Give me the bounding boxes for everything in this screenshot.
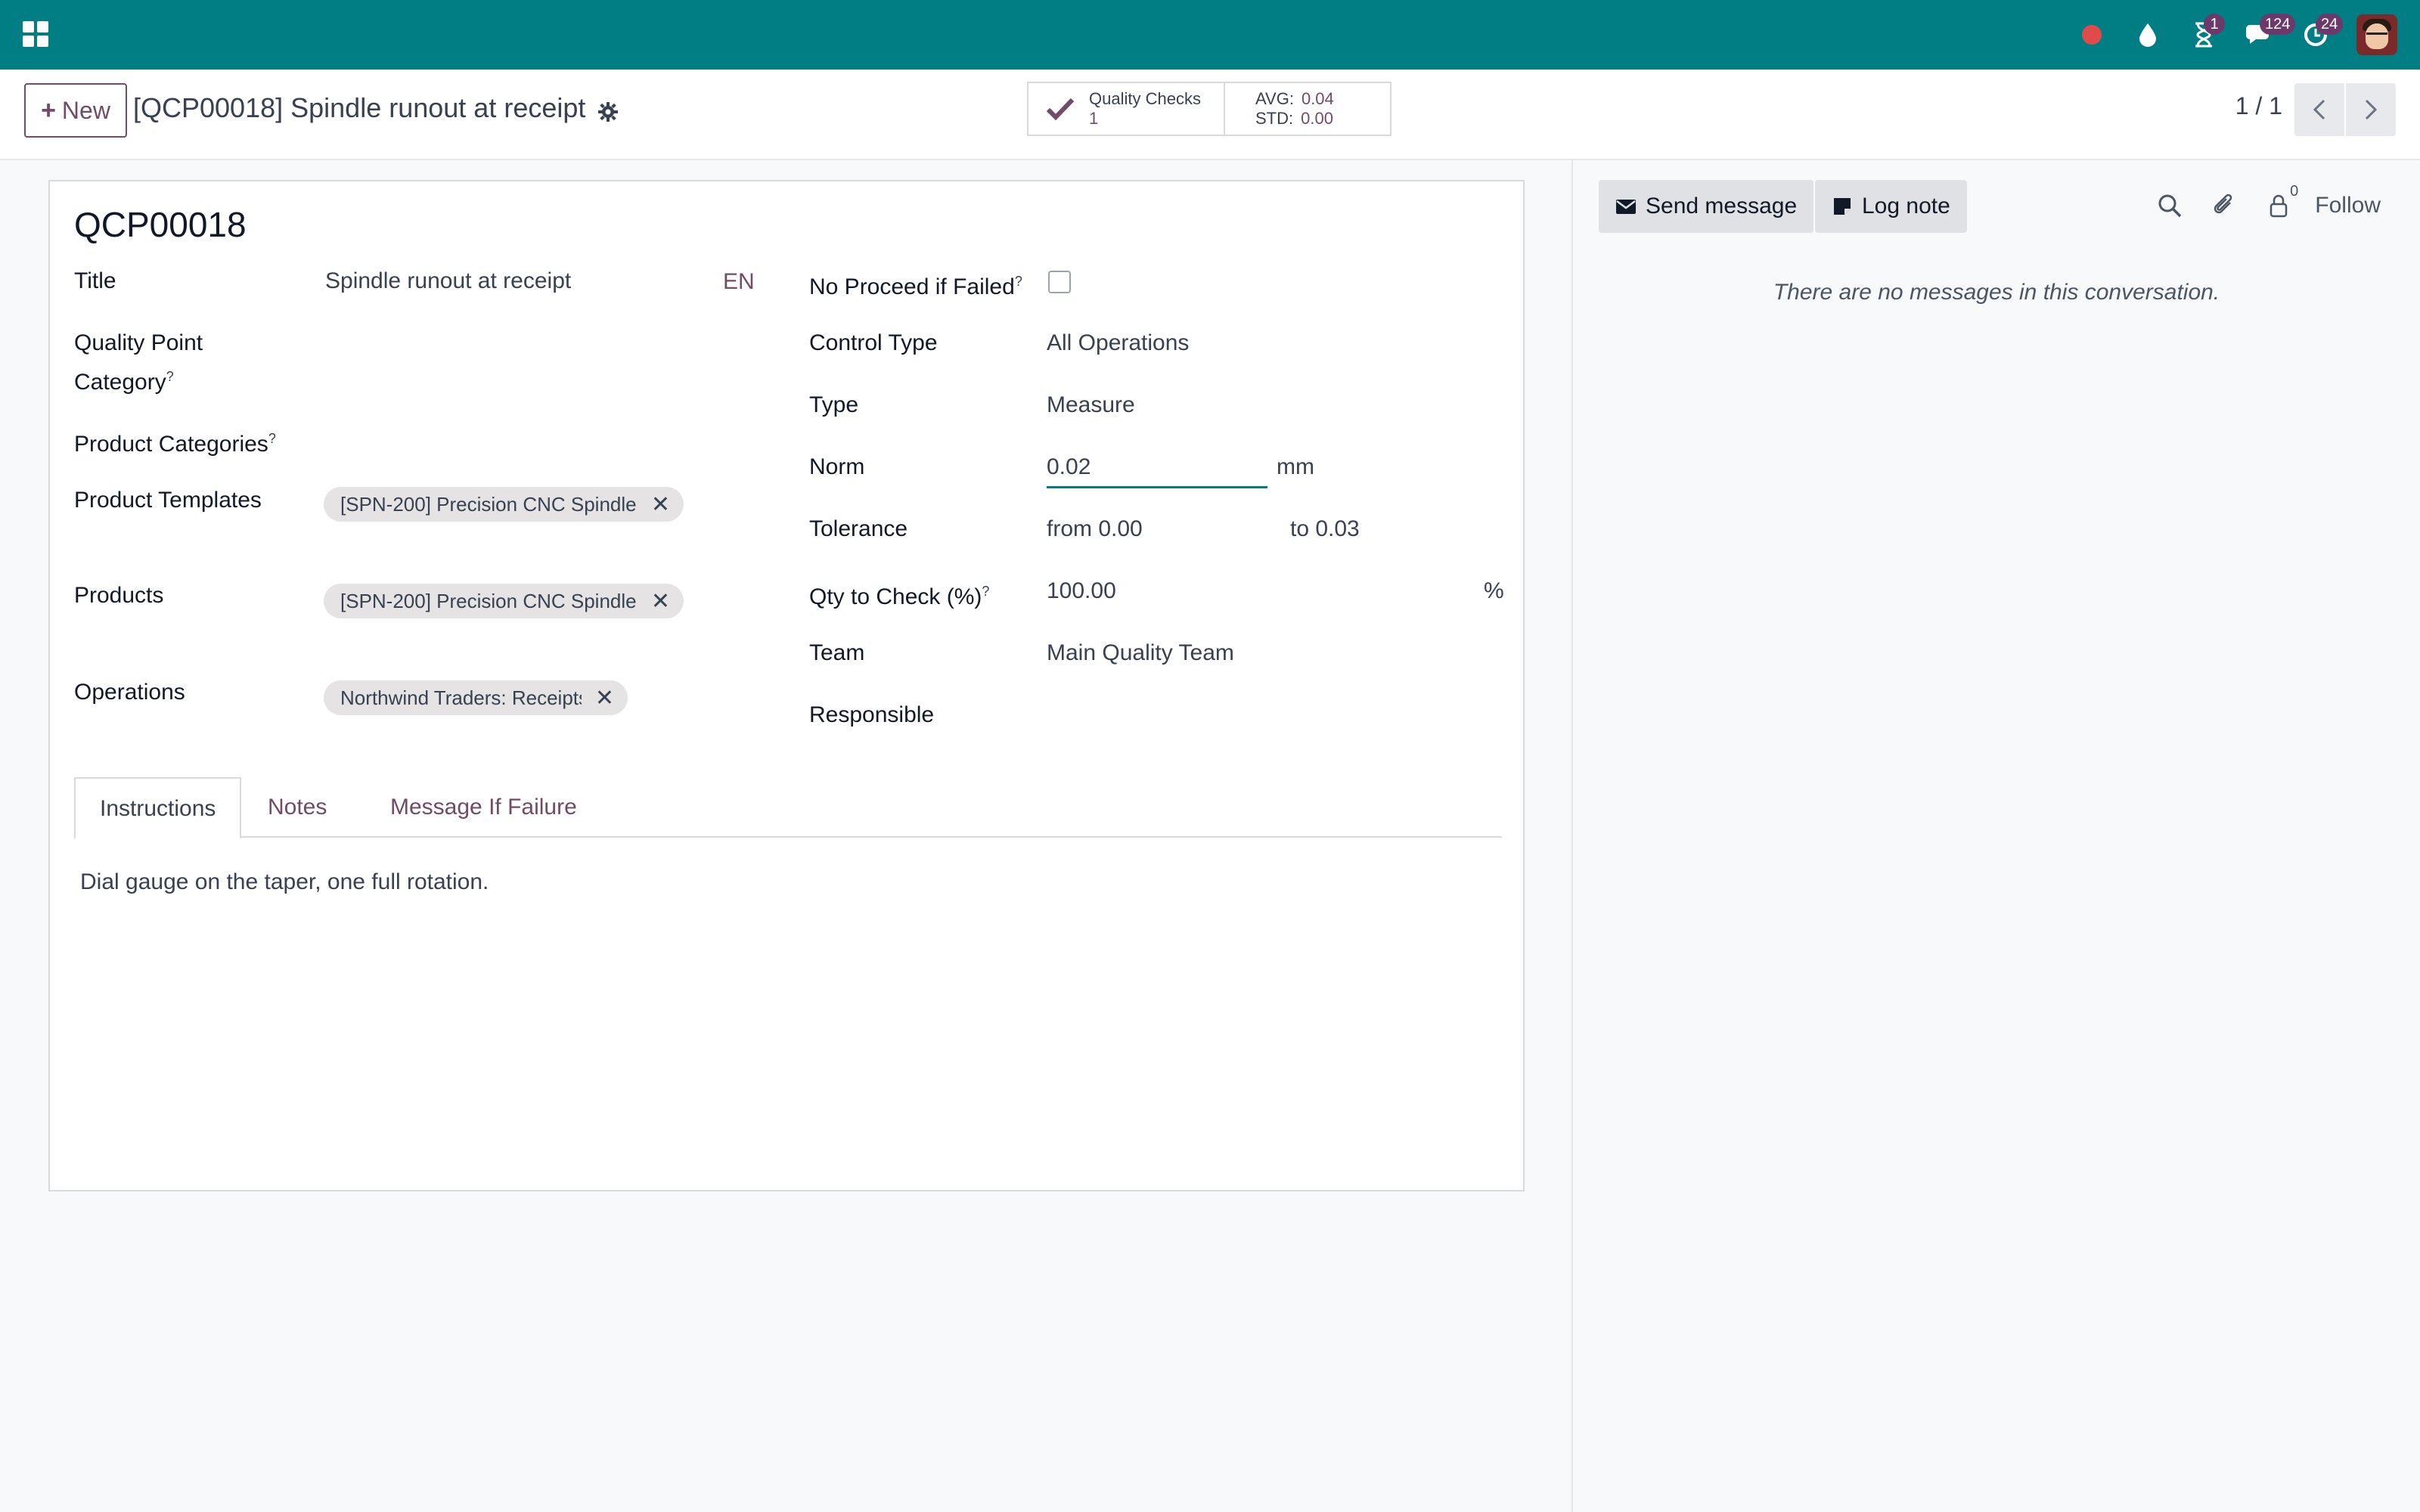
team-label: Team: [809, 640, 865, 665]
quality-point-category-label: Category?: [74, 369, 174, 395]
followers-button[interactable]: 0: [2265, 183, 2298, 219]
reminders-button[interactable]: 24: [2301, 14, 2344, 50]
team-field[interactable]: Main Quality Team: [1047, 637, 1234, 670]
search-icon[interactable]: [2156, 192, 2183, 219]
plus-icon: +: [41, 95, 56, 125]
operation-tag[interactable]: Northwind Traders: Receipts ✕: [324, 680, 628, 715]
remove-tag-icon[interactable]: ✕: [651, 588, 670, 615]
std-value: 0.00: [1301, 109, 1333, 128]
quality-checks-button[interactable]: Quality Checks 1: [1028, 83, 1225, 135]
smart-buttons: Quality Checks 1 AVG: 0.04 STD: 0.00: [1027, 82, 1392, 136]
operations-label: Operations: [74, 680, 185, 705]
check-icon: [1046, 98, 1075, 121]
log-note-label: Log note: [1862, 194, 1950, 218]
help-marker[interactable]: ?: [982, 584, 989, 599]
followers-count: 0: [2290, 183, 2299, 200]
tolerance-label: Tolerance: [809, 516, 908, 541]
no-proceed-label: No Proceed if Failed?: [809, 274, 1022, 299]
avg-label: AVG:: [1255, 89, 1294, 108]
product-templates-label: Product Templates: [74, 488, 262, 513]
pager-value[interactable]: 1 / 1: [2235, 92, 2282, 120]
chevron-left-icon: [2313, 99, 2325, 120]
product-categories-field[interactable]: [325, 422, 718, 455]
chatter: Send message Log note 0 Follow There are…: [1571, 160, 2420, 1512]
navbar-systray: 1 124 24: [2051, 0, 2397, 70]
new-button[interactable]: + New: [24, 83, 127, 138]
notebook-tabs: Instructions Notes Message If Failure: [74, 777, 1502, 839]
control-panel: + New [QCP00018] Spindle runout at recei…: [0, 70, 2420, 160]
control-type-field[interactable]: All Operations: [1047, 327, 1189, 360]
follow-button[interactable]: Follow: [2315, 193, 2381, 218]
envelope-icon: [1616, 200, 1636, 214]
tab-notes[interactable]: Notes: [244, 777, 351, 838]
instructions-text[interactable]: Dial gauge on the taper, one full rotati…: [80, 869, 489, 895]
help-marker[interactable]: ?: [1015, 274, 1022, 289]
recording-dot-icon[interactable]: [2077, 20, 2107, 50]
std-label: STD:: [1255, 109, 1294, 128]
tolerance-from-field[interactable]: from 0.00: [1047, 513, 1143, 546]
measure-stats: AVG: 0.04 STD: 0.00: [1225, 83, 1390, 135]
messages-button[interactable]: 124: [2245, 14, 2296, 50]
norm-input[interactable]: 0.02: [1047, 451, 1267, 488]
pager-next-button[interactable]: [2346, 83, 2396, 136]
title-label: Title: [74, 268, 116, 293]
lock-icon: [2270, 194, 2288, 218]
product-categories-label: Product Categories?: [74, 431, 276, 457]
help-marker[interactable]: ?: [166, 369, 174, 384]
messages-badge: 124: [2260, 14, 2296, 35]
gear-icon[interactable]: [597, 98, 619, 122]
log-note-button[interactable]: Log note: [1815, 180, 1967, 233]
apps-menu-icon[interactable]: [23, 21, 48, 47]
new-button-label: New: [61, 96, 110, 124]
norm-label: Norm: [809, 454, 865, 479]
breadcrumb: [QCP00018] Spindle runout at receipt: [133, 92, 619, 124]
drop-icon[interactable]: [2133, 20, 2163, 50]
chatter-tools: 0 Follow: [2129, 183, 2381, 219]
tab-message-if-failure[interactable]: Message If Failure: [366, 777, 601, 838]
tab-instructions[interactable]: Instructions: [74, 777, 242, 839]
remove-tag-icon[interactable]: ✕: [651, 491, 670, 518]
norm-unit: mm: [1277, 454, 1314, 479]
no-proceed-checkbox[interactable]: [1048, 271, 1071, 293]
paperclip-icon[interactable]: [2211, 192, 2238, 219]
note-icon: [1834, 198, 1851, 215]
activity-button[interactable]: 1: [2189, 14, 2225, 50]
quality-point-category-label-line1: Quality Point: [74, 330, 203, 355]
product-tag[interactable]: [SPN-200] Precision CNC Spindle ... ✕: [324, 584, 684, 618]
title-field[interactable]: Spindle runout at receipt: [325, 265, 571, 298]
products-label: Products: [74, 583, 164, 608]
tolerance-to-field[interactable]: to 0.03: [1290, 513, 1360, 546]
page-title: [QCP00018] Spindle runout at receipt: [133, 92, 586, 123]
send-message-button[interactable]: Send message: [1599, 180, 1814, 233]
chevron-right-icon: [2365, 99, 2378, 120]
responsible-label: Responsible: [809, 702, 935, 727]
qty-to-check-label: Qty to Check (%)?: [809, 584, 990, 609]
responsible-field[interactable]: [1047, 699, 1500, 732]
quality-checks-label: Quality Checks: [1089, 89, 1201, 108]
send-message-label: Send message: [1646, 194, 1798, 218]
qty-to-check-field[interactable]: 100.00: [1047, 575, 1116, 608]
qty-percent-unit: %: [1484, 578, 1504, 603]
help-marker[interactable]: ?: [268, 431, 276, 446]
product-template-tag[interactable]: [SPN-200] Precision CNC Spindle ... ✕: [324, 487, 684, 522]
user-avatar[interactable]: [2356, 14, 2397, 55]
type-label: Type: [809, 392, 859, 417]
top-navbar: 1 124 24: [0, 0, 2420, 70]
control-type-label: Control Type: [809, 330, 938, 355]
pager-previous-button[interactable]: [2294, 83, 2344, 136]
empty-conversation-text: There are no messages in this conversati…: [1773, 280, 2220, 305]
record-name: QCP00018: [74, 205, 247, 244]
reminders-badge: 24: [2316, 14, 2344, 35]
avg-value: 0.04: [1301, 89, 1334, 108]
lang-button[interactable]: EN: [723, 269, 755, 295]
type-field[interactable]: Measure: [1047, 389, 1135, 422]
quality-checks-count: 1: [1089, 109, 1099, 128]
form-sheet: QCP00018 Title Spindle runout at receipt…: [48, 180, 1525, 1191]
quality-point-category-field[interactable]: [325, 343, 718, 376]
activity-badge: 1: [2204, 14, 2225, 35]
remove-tag-icon[interactable]: ✕: [595, 685, 614, 711]
